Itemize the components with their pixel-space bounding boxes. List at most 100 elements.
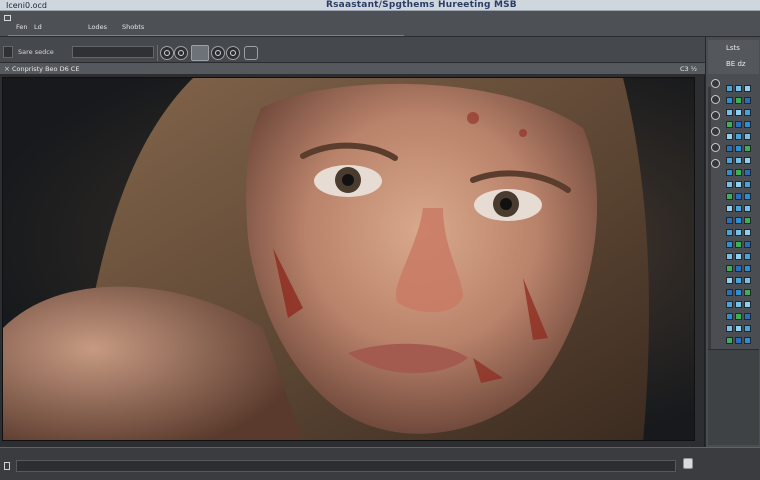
color-swatch[interactable] bbox=[726, 325, 733, 332]
color-swatch[interactable] bbox=[744, 253, 751, 260]
swatch-row bbox=[726, 217, 758, 226]
color-swatch[interactable] bbox=[735, 181, 742, 188]
color-swatch[interactable] bbox=[735, 157, 742, 164]
panel-tool-icon[interactable] bbox=[711, 127, 720, 136]
color-swatch[interactable] bbox=[744, 121, 751, 128]
color-swatch[interactable] bbox=[735, 145, 742, 152]
color-swatch[interactable] bbox=[744, 265, 751, 272]
color-swatch[interactable] bbox=[744, 217, 751, 224]
color-swatch[interactable] bbox=[744, 109, 751, 116]
color-swatch[interactable] bbox=[735, 229, 742, 236]
color-swatch[interactable] bbox=[735, 205, 742, 212]
swatch-row bbox=[726, 313, 758, 322]
color-swatch[interactable] bbox=[726, 133, 733, 140]
color-swatch[interactable] bbox=[744, 133, 751, 140]
app-menu-icon[interactable] bbox=[4, 15, 11, 21]
swatch-row bbox=[726, 265, 758, 274]
color-swatch[interactable] bbox=[726, 205, 733, 212]
color-swatch[interactable] bbox=[735, 325, 742, 332]
panel-tool-icon[interactable] bbox=[711, 143, 720, 152]
airbrush-icon[interactable] bbox=[174, 46, 188, 60]
color-swatch[interactable] bbox=[726, 313, 733, 320]
color-swatch[interactable] bbox=[735, 121, 742, 128]
pressure-icon[interactable] bbox=[211, 46, 225, 60]
zoom-level: C3 ½ bbox=[679, 65, 697, 73]
color-swatch[interactable] bbox=[726, 241, 733, 248]
document-canvas[interactable] bbox=[2, 77, 695, 441]
panel-tool-icon[interactable] bbox=[711, 79, 720, 88]
color-swatch[interactable] bbox=[726, 121, 733, 128]
color-swatch[interactable] bbox=[735, 133, 742, 140]
color-swatch[interactable] bbox=[744, 313, 751, 320]
color-swatch[interactable] bbox=[744, 205, 751, 212]
color-swatch[interactable] bbox=[744, 157, 751, 164]
color-swatch[interactable] bbox=[726, 277, 733, 284]
status-button[interactable] bbox=[683, 458, 693, 469]
color-swatch[interactable] bbox=[726, 157, 733, 164]
close-icon[interactable]: × bbox=[4, 66, 10, 73]
color-swatch[interactable] bbox=[735, 253, 742, 260]
color-swatch[interactable] bbox=[726, 193, 733, 200]
color-swatch[interactable] bbox=[726, 109, 733, 116]
color-swatch[interactable] bbox=[735, 265, 742, 272]
color-swatch[interactable] bbox=[744, 229, 751, 236]
canvas-area bbox=[0, 75, 705, 447]
color-swatch[interactable] bbox=[744, 277, 751, 284]
color-swatch[interactable] bbox=[744, 241, 751, 248]
color-swatch[interactable] bbox=[726, 145, 733, 152]
horizontal-scrollbar[interactable] bbox=[16, 460, 676, 472]
color-swatch[interactable] bbox=[726, 253, 733, 260]
color-swatch[interactable] bbox=[726, 289, 733, 296]
color-swatch[interactable] bbox=[744, 289, 751, 296]
color-swatch[interactable] bbox=[735, 313, 742, 320]
color-swatch[interactable] bbox=[735, 109, 742, 116]
color-swatch[interactable] bbox=[735, 289, 742, 296]
color-swatch[interactable] bbox=[726, 169, 733, 176]
color-swatch[interactable] bbox=[744, 85, 751, 92]
color-swatch[interactable] bbox=[726, 181, 733, 188]
color-swatch[interactable] bbox=[735, 85, 742, 92]
color-swatch[interactable] bbox=[744, 193, 751, 200]
panel-title: Lsts bbox=[726, 44, 740, 52]
color-swatch[interactable] bbox=[735, 169, 742, 176]
color-swatch[interactable] bbox=[744, 325, 751, 332]
color-swatch[interactable] bbox=[726, 97, 733, 104]
menu-item-shortcuts[interactable]: Shobts bbox=[122, 23, 144, 32]
color-swatch[interactable] bbox=[744, 301, 751, 308]
menu-item-layers[interactable]: Lodes bbox=[88, 23, 107, 32]
color-swatch[interactable] bbox=[735, 97, 742, 104]
color-swatch[interactable] bbox=[726, 301, 733, 308]
menu-item-edit[interactable]: Ld bbox=[34, 23, 42, 32]
opacity-slider[interactable] bbox=[191, 45, 209, 61]
smoothing-icon[interactable] bbox=[244, 46, 258, 60]
brush-mode-icon[interactable] bbox=[160, 46, 174, 60]
status-toggle-icon[interactable] bbox=[4, 462, 10, 470]
tool-option-field[interactable] bbox=[72, 46, 154, 58]
color-swatch[interactable] bbox=[735, 337, 742, 344]
color-swatch[interactable] bbox=[726, 229, 733, 236]
panel-tool-icon[interactable] bbox=[711, 159, 720, 168]
menu-item-file[interactable]: Fen bbox=[16, 23, 28, 32]
color-swatch[interactable] bbox=[735, 217, 742, 224]
flow-icon[interactable] bbox=[226, 46, 240, 60]
color-swatch[interactable] bbox=[744, 181, 751, 188]
document-tab[interactable]: Conpristy Beo D6 CE bbox=[12, 64, 79, 74]
panel-header: Lsts BE dz bbox=[708, 40, 759, 74]
swatch-row bbox=[726, 157, 758, 166]
color-swatch[interactable] bbox=[744, 169, 751, 176]
panel-tool-icon[interactable] bbox=[711, 111, 720, 120]
color-swatch[interactable] bbox=[726, 337, 733, 344]
color-swatch[interactable] bbox=[735, 277, 742, 284]
panel-tool-column bbox=[711, 79, 723, 175]
color-swatch[interactable] bbox=[726, 265, 733, 272]
color-swatch[interactable] bbox=[744, 145, 751, 152]
panel-tool-icon[interactable] bbox=[711, 95, 720, 104]
color-swatch[interactable] bbox=[735, 301, 742, 308]
color-swatch[interactable] bbox=[726, 85, 733, 92]
color-swatch[interactable] bbox=[735, 241, 742, 248]
color-swatch[interactable] bbox=[744, 97, 751, 104]
color-swatch[interactable] bbox=[735, 193, 742, 200]
tool-preset-picker[interactable] bbox=[3, 46, 13, 58]
color-swatch[interactable] bbox=[726, 217, 733, 224]
color-swatch[interactable] bbox=[744, 337, 751, 344]
